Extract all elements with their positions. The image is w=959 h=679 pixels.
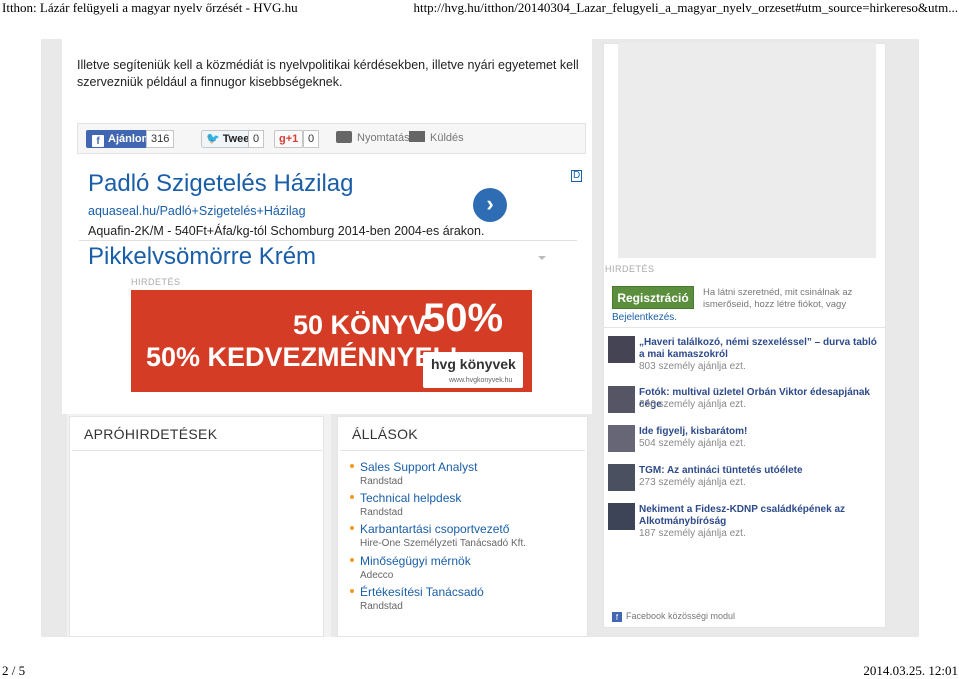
send-link[interactable]: Küldés — [430, 132, 464, 144]
job-title[interactable]: Technical helpdesk — [360, 491, 461, 505]
article-thumbnail[interactable] — [608, 503, 635, 530]
sidebar-divider — [603, 327, 886, 328]
text-ad-next-title[interactable]: Pikkelysömörre Krém — [88, 242, 316, 264]
facebook-like-count: 316 — [146, 130, 175, 148]
article-thumbnail[interactable] — [608, 425, 635, 452]
job-title[interactable]: Sales Support Analyst — [360, 460, 477, 474]
login-link[interactable]: Bejelentkezés. — [612, 312, 677, 323]
job-title[interactable]: Értékesítési Tanácsadó — [360, 585, 484, 599]
classifieds-divider — [72, 450, 322, 451]
recommended-article-title[interactable]: Ide figyelj, kisbarátom! — [639, 426, 879, 438]
google-plus-button[interactable]: g+1 — [274, 130, 304, 148]
job-company: Hire-One Személyzeti Tanácsadó Kft. — [360, 538, 527, 549]
envelope-icon[interactable] — [409, 131, 425, 142]
text-ad-description: Aquafin-2K/M - 540Ft+Áfa/kg-tól Schombur… — [88, 224, 485, 238]
recommended-article-title[interactable]: TGM: Az antináci tüntetés utóélete — [639, 465, 879, 477]
print-link[interactable]: Nyomtatás — [357, 132, 410, 144]
google-plus-label: +1 — [285, 133, 299, 145]
print-footer-page: 2 / 5 — [2, 663, 26, 678]
sidebar-ad-label: HIRDETÉS — [605, 264, 655, 274]
sidebar-ad-placeholder[interactable] — [618, 43, 876, 258]
banner-ad-label: HIRDETÉS — [131, 277, 181, 287]
adchoices-badge[interactable]: D — [571, 170, 583, 182]
logo-text: hvg könyvek — [431, 356, 516, 372]
banner-line1: 50 KÖNYV — [293, 310, 427, 340]
job-company: Adecco — [360, 570, 394, 581]
print-footer-datetime: 2014.03.25. 12:01 — [863, 663, 958, 678]
facebook-icon: f — [612, 612, 622, 622]
job-company: Randstad — [360, 601, 403, 612]
hvg-konyvek-logo: hvg könyvek www.hvgkonyvek.hu — [423, 352, 523, 388]
recommended-article-meta: 336 személy ajánlja ezt. — [639, 399, 746, 410]
banner-percent: 50% — [423, 296, 504, 340]
facebook-module-link[interactable]: f Facebook közösségi modul — [612, 611, 735, 622]
google-plus-count: 0 — [303, 130, 320, 148]
recommended-article-meta: 803 személy ajánlja ezt. — [639, 361, 746, 372]
register-text: Ha látni szeretnéd, mit csinálnak az ism… — [703, 287, 853, 310]
recommended-article-title[interactable]: „Haveri találkozó, némi szexeléssel” – d… — [639, 337, 879, 361]
jobs-divider — [340, 450, 585, 451]
logo-url: www.hvgkonyvek.hu — [449, 377, 513, 384]
text-ad-url[interactable]: aquaseal.hu/Padló+Szigetelés+Házilag — [88, 204, 306, 218]
register-button[interactable]: Regisztráció — [612, 286, 694, 309]
classifieds-title[interactable]: APRÓHIRDETÉSEK — [84, 426, 217, 442]
chevron-down-icon[interactable] — [538, 256, 546, 260]
article-thumbnail[interactable] — [608, 386, 635, 413]
text-ad-title[interactable]: Padló Szigetelés Házilag — [88, 170, 354, 198]
text-ad-divider — [79, 240, 577, 241]
bullet-icon — [350, 526, 354, 530]
text-ad-next-arrow-icon[interactable]: › — [473, 188, 507, 222]
banner-line2: 50% KEDVEZMÉNNYEL! — [146, 342, 459, 372]
printer-icon[interactable] — [336, 131, 352, 143]
book-banner-ad[interactable]: 50 KÖNYV 50% KEDVEZMÉNNYEL! 50% hvg köny… — [131, 290, 532, 392]
facebook-module-label: Facebook közösségi modul — [626, 611, 736, 621]
recommended-article-meta: 273 személy ajánlja ezt. — [639, 477, 746, 488]
bullet-icon — [350, 495, 354, 499]
job-company: Randstad — [360, 507, 403, 518]
recommended-article-title[interactable]: Nekiment a Fidesz-KDNP családképének az … — [639, 504, 879, 528]
article-thumbnail[interactable] — [608, 336, 635, 363]
bullet-icon — [350, 464, 354, 468]
facebook-like-label: Ajánlom — [108, 133, 152, 145]
print-header-title: Itthon: Lázár felügyeli a magyar nyelv ő… — [2, 0, 298, 15]
facebook-icon: f — [92, 135, 104, 147]
job-company: Randstad — [360, 476, 403, 487]
jobs-title[interactable]: ÁLLÁSOK — [352, 426, 418, 442]
tweet-count: 0 — [248, 130, 265, 148]
job-title[interactable]: Karbantartási csoportvezető — [360, 522, 509, 536]
twitter-bird-icon: 🐦 — [206, 133, 220, 145]
print-header-url: http://hvg.hu/itthon/20140304_Lazar_felu… — [413, 0, 958, 15]
job-title[interactable]: Minőségügyi mérnök — [360, 554, 471, 568]
bullet-icon — [350, 589, 354, 593]
recommended-article-meta: 504 személy ajánlja ezt. — [639, 438, 746, 449]
article-thumbnail[interactable] — [608, 464, 635, 491]
article-intro: Illetve segíteniük kell a közmédiát is n… — [77, 58, 579, 89]
bullet-icon — [350, 558, 354, 562]
recommended-article-meta: 187 személy ajánlja ezt. — [639, 528, 746, 539]
google-plus-icon: g — [279, 133, 286, 145]
